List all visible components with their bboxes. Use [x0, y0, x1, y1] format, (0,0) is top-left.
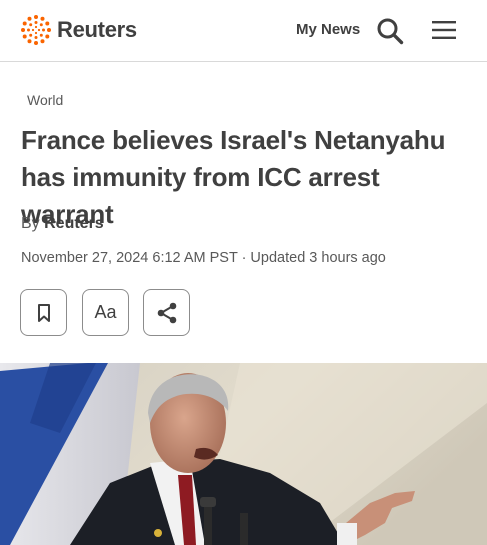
- reuters-logo[interactable]: Reuters: [20, 13, 137, 47]
- section-link-world[interactable]: World: [27, 92, 63, 108]
- article-dateline: November 27, 2024 6:12 AM PST · Updated …: [21, 250, 386, 266]
- author-link[interactable]: Reuters: [44, 215, 104, 232]
- bookmark-icon: [37, 303, 50, 322]
- byline-prefix: By: [21, 215, 40, 232]
- lead-photo-image: [0, 363, 487, 545]
- share-button[interactable]: [143, 289, 190, 336]
- my-news-link[interactable]: My News: [296, 21, 360, 38]
- search-icon[interactable]: [376, 17, 404, 45]
- site-header: Reuters My News: [0, 0, 487, 62]
- brand-name: Reuters: [57, 17, 137, 42]
- bookmark-button[interactable]: [20, 289, 67, 336]
- share-icon: [157, 302, 176, 323]
- byline: By Reuters: [21, 215, 104, 233]
- text-size-label: Aa: [94, 302, 117, 322]
- reuters-logo-icon: [21, 15, 51, 45]
- article-lead-photo[interactable]: [0, 363, 487, 545]
- hamburger-menu-icon[interactable]: [432, 20, 456, 40]
- text-size-button[interactable]: Aa: [82, 289, 129, 336]
